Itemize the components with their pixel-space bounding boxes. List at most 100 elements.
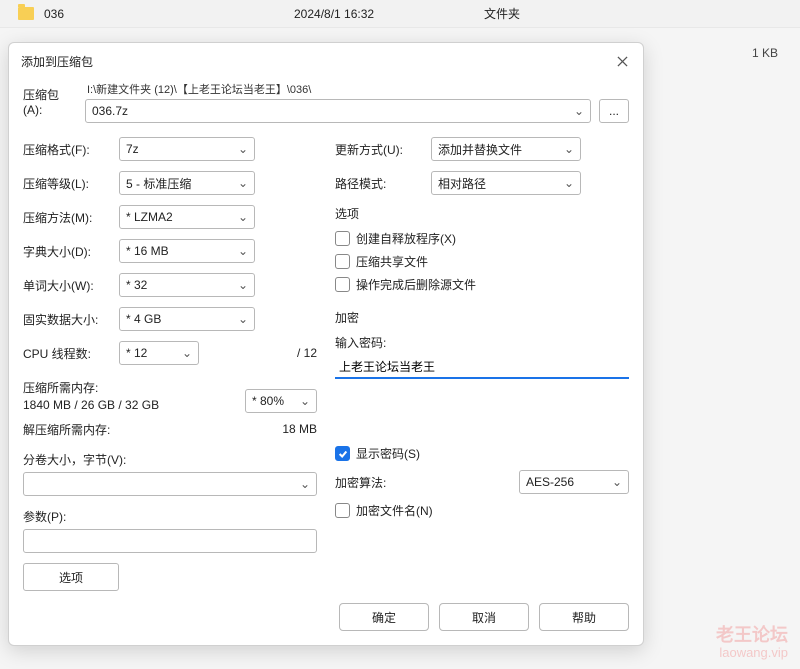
algo-combo[interactable]: AES-256 ⌄: [519, 470, 629, 494]
right-column: 更新方式(U): 添加并替换文件 ⌄ 路径模式: 相对路径 ⌄ 选项 创建自释放程序…: [335, 137, 629, 591]
sfx-label: 创建自释放程序(X): [356, 230, 456, 247]
password-input[interactable]: [335, 355, 629, 379]
update-label: 更新方式(U):: [335, 141, 431, 158]
archive-label: 压缩包(A):: [23, 86, 77, 123]
file-size: 1 KB: [752, 46, 778, 60]
archive-path-hint: I:\新建文件夹 (12)\【上老王论坛当老王】\036\: [85, 81, 591, 97]
encrypt-names-checkbox[interactable]: [335, 503, 350, 518]
solid-label: 固实数据大小:: [23, 311, 119, 328]
word-label: 单词大小(W):: [23, 277, 119, 294]
watermark-line2: laowang.vip: [716, 646, 788, 661]
chevron-down-icon: ⌄: [238, 210, 248, 224]
mem-pct-value: * 80%: [252, 394, 284, 408]
ok-button[interactable]: 确定: [339, 603, 429, 631]
chevron-down-icon: ⌄: [238, 142, 248, 156]
share-label: 压缩共享文件: [356, 253, 428, 270]
chevron-down-icon: ⌄: [612, 475, 622, 489]
help-label: 帮助: [572, 609, 596, 626]
ok-label: 确定: [372, 609, 396, 626]
method-combo[interactable]: * LZMA2 ⌄: [119, 205, 255, 229]
mem-decompress-value: 18 MB: [282, 422, 317, 436]
file-type: 文件夹: [484, 5, 604, 22]
add-to-archive-dialog: 添加到压缩包 压缩包(A): I:\新建文件夹 (12)\【上老王论坛当老王】\…: [8, 42, 644, 646]
chevron-down-icon: ⌄: [300, 477, 310, 491]
browse-button[interactable]: ...: [599, 99, 629, 123]
file-name: 036: [44, 7, 294, 21]
chevron-down-icon: ⌄: [574, 104, 584, 118]
left-column: 压缩格式(F): 7z ⌄ 压缩等级(L): 5 - 标准压缩 ⌄ 压缩方法(M):…: [23, 137, 317, 591]
watermark: 老王论坛 laowang.vip: [716, 625, 788, 661]
archive-name-value: 036.7z: [92, 104, 128, 118]
path-mode-label: 路径模式:: [335, 175, 431, 192]
mem-decompress-label: 解压缩所需内存:: [23, 421, 282, 438]
mem-compress-label: 压缩所需内存:: [23, 379, 245, 396]
level-label: 压缩等级(L):: [23, 175, 119, 192]
dict-combo[interactable]: * 16 MB ⌄: [119, 239, 255, 263]
cancel-button[interactable]: 取消: [439, 603, 529, 631]
cancel-label: 取消: [472, 609, 496, 626]
dialog-footer: 确定 取消 帮助: [9, 593, 643, 645]
method-value: * LZMA2: [126, 210, 173, 224]
encrypt-names-label: 加密文件名(N): [356, 502, 433, 519]
update-combo[interactable]: 添加并替换文件 ⌄: [431, 137, 581, 161]
cpu-combo[interactable]: * 12 ⌄: [119, 341, 199, 365]
level-combo[interactable]: 5 - 标准压缩 ⌄: [119, 171, 255, 195]
chevron-down-icon: ⌄: [300, 394, 310, 408]
chevron-down-icon: ⌄: [564, 176, 574, 190]
word-value: * 32: [126, 278, 147, 292]
watermark-line1: 老王论坛: [716, 625, 788, 646]
solid-combo[interactable]: * 4 GB ⌄: [119, 307, 255, 331]
chevron-down-icon: ⌄: [238, 312, 248, 326]
dialog-title: 添加到压缩包: [21, 53, 611, 70]
cpu-label: CPU 线程数:: [23, 345, 119, 362]
volume-label: 分卷大小，字节(V):: [23, 451, 317, 468]
word-combo[interactable]: * 32 ⌄: [119, 273, 255, 297]
path-mode-value: 相对路径: [438, 175, 486, 192]
sfx-checkbox[interactable]: [335, 231, 350, 246]
encrypt-group-label: 加密: [335, 309, 629, 326]
volume-combo[interactable]: ⌄: [23, 472, 317, 496]
update-value: 添加并替换文件: [438, 141, 522, 158]
check-icon: [338, 449, 348, 459]
method-label: 压缩方法(M):: [23, 209, 119, 226]
algo-value: AES-256: [526, 475, 574, 489]
params-input[interactable]: [23, 529, 317, 553]
browse-dots: ...: [609, 104, 619, 118]
folder-icon: [18, 7, 34, 20]
params-label: 参数(P):: [23, 508, 317, 525]
chevron-down-icon: ⌄: [238, 244, 248, 258]
chevron-down-icon: ⌄: [238, 176, 248, 190]
dict-label: 字典大小(D):: [23, 243, 119, 260]
chevron-down-icon: ⌄: [238, 278, 248, 292]
password-label: 输入密码:: [335, 334, 629, 351]
path-mode-combo[interactable]: 相对路径 ⌄: [431, 171, 581, 195]
explorer-row[interactable]: 036 2024/8/1 16:32 文件夹: [0, 0, 800, 28]
show-password-label: 显示密码(S): [356, 445, 420, 462]
mem-pct-combo[interactable]: * 80% ⌄: [245, 389, 317, 413]
options-button[interactable]: 选项: [23, 563, 119, 591]
options-button-label: 选项: [59, 569, 83, 586]
algo-label: 加密算法:: [335, 474, 425, 491]
chevron-down-icon: ⌄: [182, 346, 192, 360]
close-icon: [617, 56, 628, 67]
cpu-total: / 12: [297, 346, 317, 360]
level-value: 5 - 标准压缩: [126, 175, 191, 192]
delete-label: 操作完成后删除源文件: [356, 276, 476, 293]
show-password-checkbox[interactable]: [335, 446, 350, 461]
chevron-down-icon: ⌄: [564, 142, 574, 156]
format-value: 7z: [126, 142, 139, 156]
solid-value: * 4 GB: [126, 312, 161, 326]
archive-name-combo[interactable]: 036.7z ⌄: [85, 99, 591, 123]
cpu-value: * 12: [126, 346, 147, 360]
help-button[interactable]: 帮助: [539, 603, 629, 631]
format-label: 压缩格式(F):: [23, 141, 119, 158]
format-combo[interactable]: 7z ⌄: [119, 137, 255, 161]
file-date: 2024/8/1 16:32: [294, 7, 484, 21]
options-group-label: 选项: [335, 205, 629, 222]
mem-compress-value: 1840 MB / 26 GB / 32 GB: [23, 398, 245, 412]
share-checkbox[interactable]: [335, 254, 350, 269]
delete-checkbox[interactable]: [335, 277, 350, 292]
dict-value: * 16 MB: [126, 244, 169, 258]
close-button[interactable]: [611, 51, 633, 71]
titlebar: 添加到压缩包: [9, 43, 643, 77]
